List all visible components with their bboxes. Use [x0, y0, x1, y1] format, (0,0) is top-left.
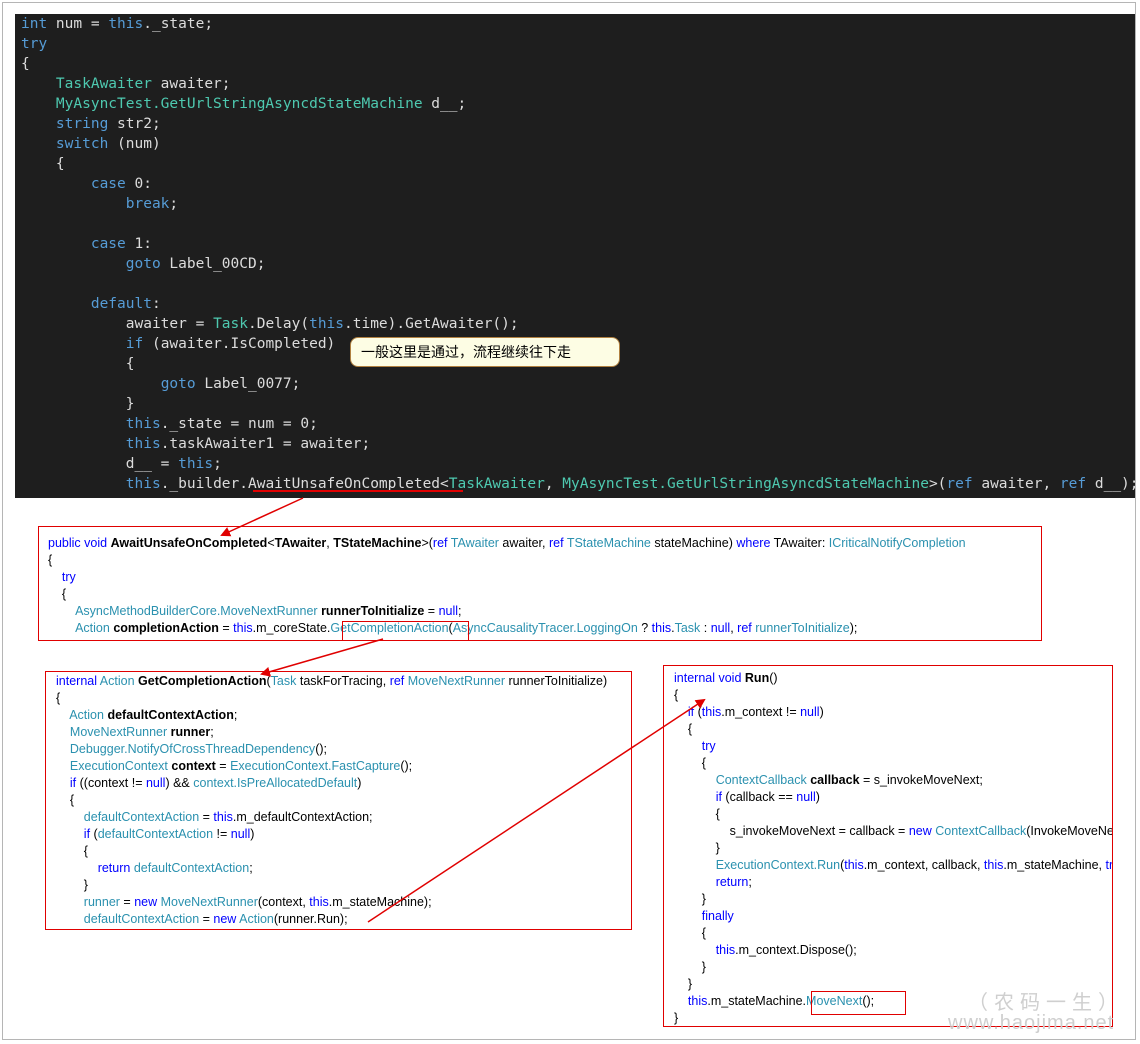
- watermark-url: www.haojima.net: [948, 1012, 1115, 1034]
- watermark-name: （农码一生）: [968, 992, 1124, 1014]
- arrow-to-await-box: [220, 497, 304, 537]
- arrow-to-run-box: [367, 698, 706, 923]
- flow-arrows: [220, 497, 706, 923]
- arrow-to-getcompletion-box: [260, 638, 384, 677]
